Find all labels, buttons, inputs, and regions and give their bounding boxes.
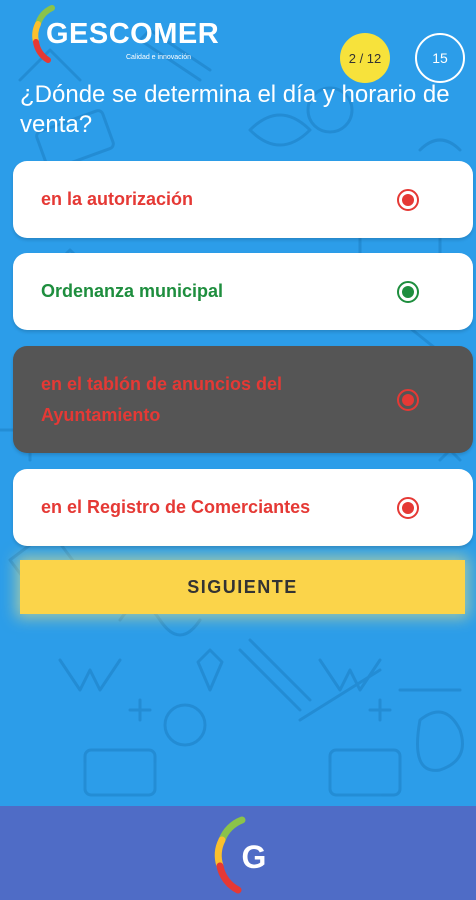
radio-icon	[397, 188, 419, 211]
answer-option-label: Ordenanza municipal	[41, 281, 224, 301]
header: GESCOMER Calidad e innovación 2 / 12 15 …	[0, 0, 476, 160]
question-progress-badge: 2 / 12	[340, 33, 390, 83]
footer-logo-icon: G	[214, 816, 267, 894]
answer-option-label: en la autorización	[41, 189, 194, 209]
radio-icon	[397, 496, 419, 519]
answer-option-label: en el tablón de anuncios del Ayuntamient…	[41, 373, 283, 425]
brand-name: GESCOMER	[46, 18, 220, 50]
question-text: ¿Dónde se determina el día y horario de …	[20, 81, 450, 138]
radio-icon	[397, 388, 419, 411]
answer-option-2[interactable]: Ordenanza municipal	[13, 253, 473, 330]
next-button[interactable]: SIGUIENTE	[20, 560, 465, 614]
brand-logo: GESCOMER Calidad e innovación	[28, 4, 248, 66]
brand-tagline: Calidad e innovación	[126, 54, 191, 61]
answer-option-label: en el Registro de Comerciantes	[41, 497, 311, 517]
radio-icon	[397, 280, 419, 303]
answer-option-1[interactable]: en la autorización	[13, 161, 473, 238]
footer-logo-letter: G	[242, 839, 267, 875]
answer-option-3[interactable]: en el tablón de anuncios del Ayuntamient…	[13, 346, 473, 453]
timer-badge: 15	[415, 33, 465, 83]
answer-option-4[interactable]: en el Registro de Comerciantes	[13, 469, 473, 546]
footer-bar: G	[0, 806, 476, 900]
